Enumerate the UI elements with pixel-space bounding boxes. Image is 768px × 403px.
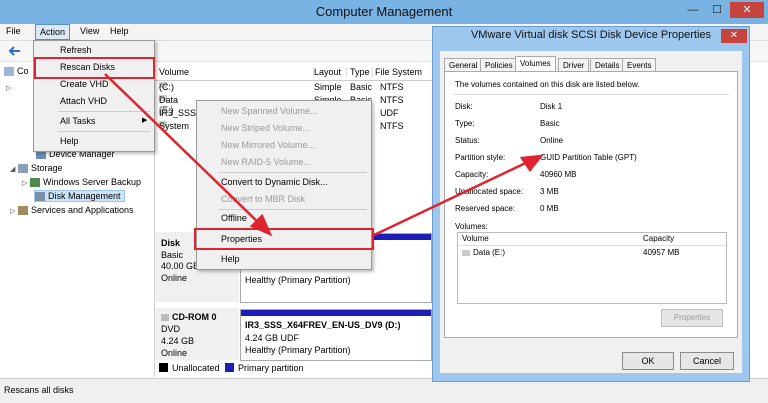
arrowhead-icon (519, 154, 544, 173)
annotation-arrows (104, 73, 544, 238)
arrow-to-properties (104, 73, 263, 227)
arrow-to-partition-style (371, 158, 533, 238)
